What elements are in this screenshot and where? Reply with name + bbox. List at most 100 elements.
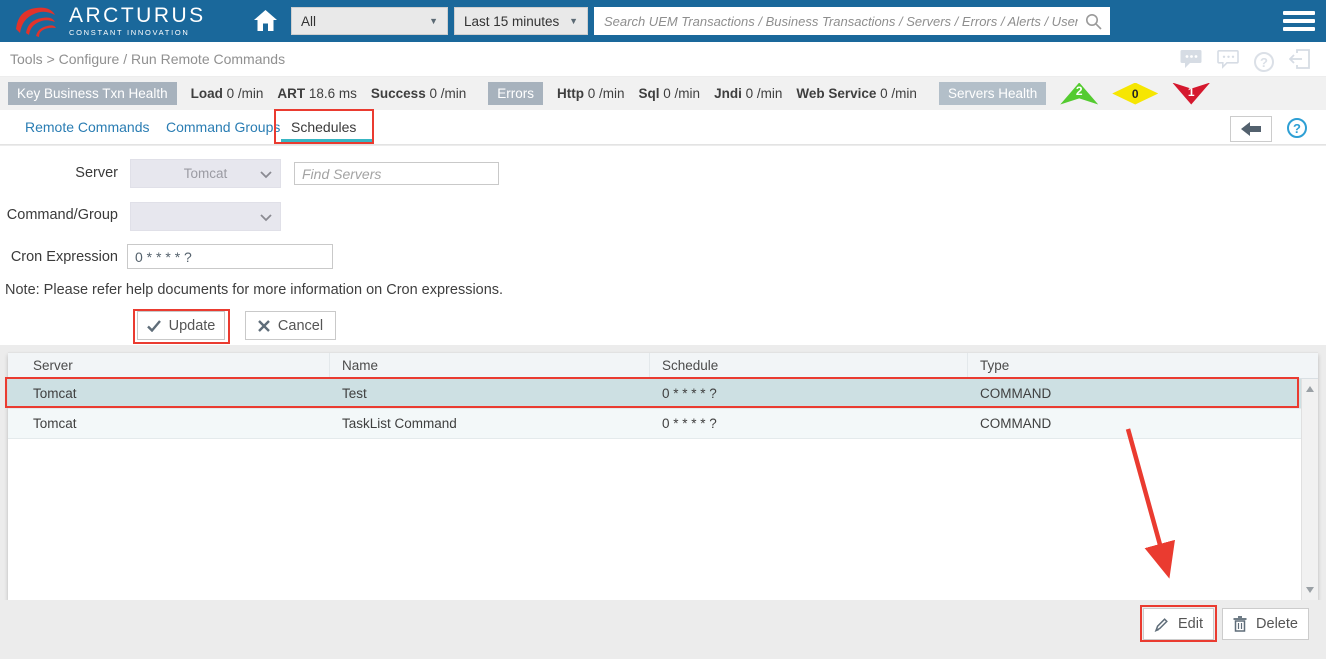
question-mark-icon: ?	[1293, 121, 1301, 136]
chat-outline-icon	[1217, 50, 1239, 69]
help-button[interactable]: ?	[1254, 51, 1274, 72]
search-input[interactable]	[594, 7, 1110, 35]
brand-name: ARCTURUS	[69, 3, 206, 27]
errors-badge[interactable]: Errors	[488, 82, 543, 105]
metric-web-service: Web Service 0 /min	[796, 86, 917, 101]
cell-server: Tomcat	[33, 416, 77, 431]
metric-http: Http 0 /min	[557, 86, 625, 101]
server-label: Server	[75, 165, 118, 181]
cell-name: Test	[342, 386, 367, 401]
header-utility-icons: ?	[1180, 49, 1310, 74]
cell-server: Tomcat	[33, 386, 77, 401]
update-button[interactable]: Update	[137, 311, 225, 340]
tab-remote-commands[interactable]: Remote Commands	[25, 119, 150, 135]
cell-schedule: 0 * * * * ?	[662, 416, 717, 431]
brand-logo: ARCTURUS CONSTANT INNOVATION	[14, 2, 206, 39]
chat-filled-icon	[1180, 50, 1202, 68]
logout-button[interactable]	[1288, 49, 1310, 74]
global-search	[594, 7, 1110, 35]
breadcrumb-row: Tools > Configure / Run Remote Commands …	[0, 42, 1326, 77]
back-arrow-icon	[1241, 122, 1261, 136]
column-header-server[interactable]: Server	[8, 353, 330, 378]
health-bar: Key Business Txn Health Load 0 /min ART …	[0, 77, 1326, 110]
tab-schedules[interactable]: Schedules	[291, 119, 356, 135]
home-button[interactable]	[253, 9, 279, 33]
metric-value: 0 /min	[429, 86, 467, 101]
metric-load: Load 0 /min	[191, 86, 264, 101]
metric-label: Success	[370, 86, 426, 101]
metric-value: 0 /min	[587, 86, 625, 101]
menu-button[interactable]	[1283, 11, 1315, 35]
chevron-down-icon	[260, 214, 272, 222]
cancel-button[interactable]: Cancel	[245, 311, 336, 340]
delete-button[interactable]: Delete	[1222, 608, 1309, 640]
servers-critical-indicator[interactable]: 1	[1172, 82, 1211, 105]
schedule-form: Server Tomcat Command/Group Cron Express…	[0, 146, 1326, 345]
trash-icon	[1233, 616, 1247, 632]
table-row[interactable]: Tomcat TaskList Command 0 * * * * ? COMM…	[8, 409, 1318, 439]
time-range-value: Last 15 minutes	[464, 13, 560, 29]
table-row[interactable]: Tomcat Test 0 * * * * ? COMMAND	[8, 379, 1318, 409]
brand-tagline: CONSTANT INNOVATION	[69, 27, 190, 37]
server-select-value: Tomcat	[183, 166, 228, 181]
update-button-label: Update	[168, 317, 216, 334]
txn-health-badge[interactable]: Key Business Txn Health	[8, 82, 177, 105]
breadcrumb: Tools > Configure / Run Remote Commands	[10, 51, 286, 67]
column-header-name[interactable]: Name	[330, 353, 650, 378]
x-icon	[258, 319, 270, 332]
question-mark-icon: ?	[1260, 54, 1268, 70]
hamburger-icon	[1283, 27, 1315, 31]
cron-expression-input[interactable]	[127, 244, 333, 269]
metric-value: 0 /min	[880, 86, 917, 101]
cron-note: Note: Please refer help documents for mo…	[5, 282, 504, 298]
metric-sql: Sql 0 /min	[639, 86, 701, 101]
cell-name: TaskList Command	[342, 416, 457, 431]
metric-label: Web Service	[796, 86, 877, 101]
servers-warning-count: 0	[1131, 86, 1139, 101]
arcturus-logo-icon	[16, 7, 56, 37]
cell-type: COMMAND	[980, 386, 1052, 401]
brand-text: ARCTURUS CONSTANT INNOVATION	[69, 3, 206, 37]
table-scrollbar[interactable]	[1301, 379, 1318, 600]
metric-label: ART	[277, 86, 306, 101]
find-servers-input[interactable]	[294, 162, 499, 185]
home-icon	[254, 10, 277, 31]
metric-label: Jndi	[714, 86, 742, 101]
command-group-select[interactable]	[130, 202, 281, 231]
triangle-down-icon: ▼	[429, 16, 438, 26]
tab-bar: Remote Commands Command Groups Schedules…	[0, 110, 1326, 145]
column-header-type[interactable]: Type	[968, 353, 1318, 378]
metric-success: Success 0 /min	[371, 86, 466, 101]
tab-command-groups[interactable]: Command Groups	[166, 119, 280, 135]
table-actions-bar: Edit Delete	[0, 600, 1326, 659]
page-help-button[interactable]: ?	[1287, 118, 1307, 138]
servers-health-badge[interactable]: Servers Health	[938, 82, 1047, 105]
check-icon	[146, 319, 161, 332]
command-group-label: Command/Group	[6, 207, 118, 223]
metric-label: Load	[190, 86, 223, 101]
feedback-filled-button[interactable]	[1180, 49, 1202, 74]
cell-schedule: 0 * * * * ?	[662, 386, 717, 401]
column-header-schedule[interactable]: Schedule	[650, 353, 968, 378]
metric-label: Http	[556, 86, 584, 101]
metric-label: Sql	[638, 86, 660, 101]
servers-healthy-indicator[interactable]: 2	[1060, 82, 1099, 105]
metric-value: 0 /min	[745, 86, 783, 101]
time-range-dropdown[interactable]: Last 15 minutes ▼	[454, 7, 588, 35]
hamburger-icon	[1283, 19, 1315, 23]
scroll-up-icon[interactable]	[1306, 386, 1314, 392]
server-select[interactable]: Tomcat	[130, 159, 281, 188]
scroll-down-icon[interactable]	[1306, 587, 1314, 593]
edit-button[interactable]: Edit	[1143, 608, 1214, 640]
back-button[interactable]	[1230, 116, 1272, 142]
edit-button-label: Edit	[1178, 616, 1203, 632]
servers-warning-indicator[interactable]: 0	[1112, 82, 1159, 105]
triangle-down-icon: ▼	[569, 16, 578, 26]
cancel-button-label: Cancel	[277, 317, 324, 334]
search-icon[interactable]	[1085, 13, 1102, 30]
servers-healthy-count: 2	[1075, 84, 1083, 98]
scope-dropdown[interactable]: All ▼	[291, 7, 448, 35]
metric-jndi: Jndi 0 /min	[714, 86, 782, 101]
chat-outline-button[interactable]	[1217, 49, 1239, 74]
top-header: ARCTURUS CONSTANT INNOVATION All ▼ Last …	[0, 0, 1326, 42]
